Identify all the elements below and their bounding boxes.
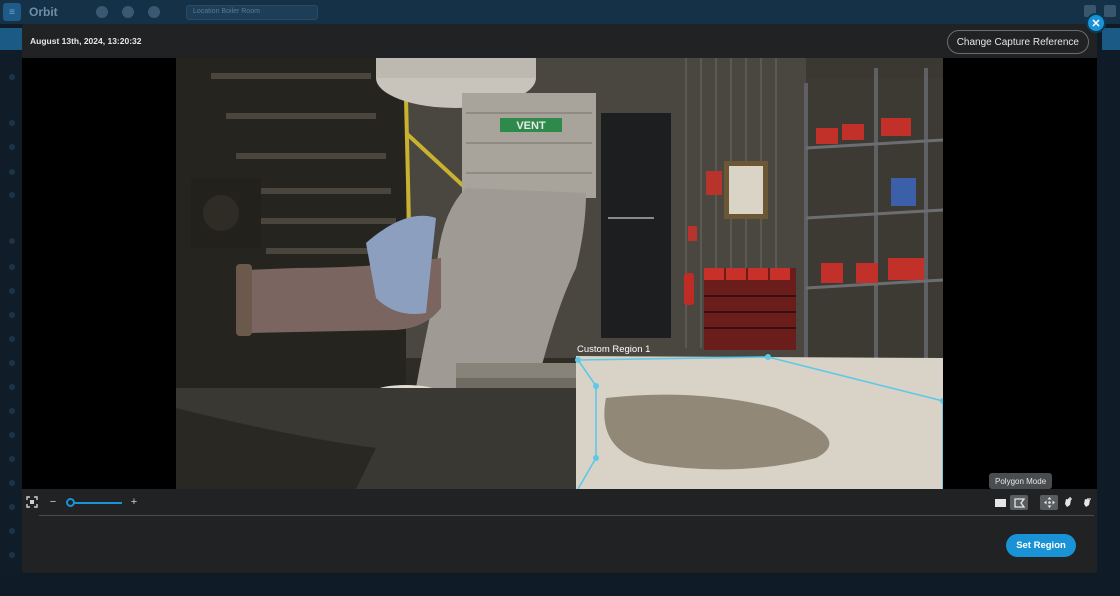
rectangle-mode-button[interactable] (991, 495, 1009, 510)
close-icon[interactable]: ✕ (1086, 13, 1106, 33)
user-icon (1104, 5, 1116, 17)
remove-point-button[interactable] (1078, 495, 1096, 510)
set-region-button[interactable]: Set Region (1006, 534, 1076, 557)
add-point-button[interactable] (1059, 495, 1077, 510)
app-topbar: ≡ Orbit Location Boiler Room (0, 0, 1120, 24)
settings-icon (121, 6, 134, 18)
move-icon (1043, 497, 1055, 508)
vent-label: VENT (516, 120, 546, 132)
capture-timestamp: August 13th, 2024, 13:20:32 (30, 36, 142, 46)
sidebar-dot (9, 456, 15, 462)
remove-point-icon (1084, 498, 1091, 507)
sidebar-dot (9, 288, 15, 294)
region-vertex[interactable] (593, 455, 599, 461)
region-vertex[interactable] (593, 383, 599, 389)
polygon-mode-icon (1013, 497, 1025, 508)
move-tool-button[interactable] (1040, 495, 1058, 510)
home-icon (95, 6, 108, 18)
sidebar-dot (9, 336, 15, 342)
search-icon (147, 6, 160, 18)
sidebar-dot (9, 504, 15, 510)
viewer-toolbar: − + (22, 489, 1097, 517)
app-right-panel (1097, 50, 1120, 596)
sidebar-dot (9, 552, 15, 558)
capture-image: VENT Custom Region 1 (176, 58, 943, 489)
fit-screen-icon[interactable] (25, 495, 39, 509)
active-tab-left (0, 28, 22, 50)
polygon-mode-tooltip: Polygon Mode (989, 473, 1053, 489)
sidebar-dot (9, 480, 15, 486)
location-select: Location Boiler Room (186, 5, 318, 20)
image-viewer[interactable]: VENT Custom Region 1 (22, 58, 1097, 489)
sidebar-dot (9, 120, 15, 126)
sidebar-dot (9, 408, 15, 414)
sidebar-dot (9, 238, 15, 244)
sidebar-dot (9, 74, 15, 80)
add-point-icon (1065, 497, 1072, 507)
region-label: Custom Region 1 (577, 344, 650, 355)
toolbar-divider (39, 515, 1094, 516)
sidebar-dot (9, 192, 15, 198)
sidebar-dot (9, 144, 15, 150)
app-logo-icon: ≡ (3, 3, 21, 21)
sidebar-dot (9, 528, 15, 534)
app-bottom-bar (0, 576, 1120, 596)
sidebar-dot (9, 169, 15, 175)
sidebar-dot (9, 264, 15, 270)
capture-scene: VENT Custom Region 1 (176, 58, 943, 489)
zoom-out-icon[interactable]: − (48, 496, 58, 508)
zoom-slider[interactable] (68, 502, 122, 504)
sidebar-dot (9, 312, 15, 318)
app-sidebar (0, 24, 22, 596)
region-vertex[interactable] (765, 354, 771, 360)
app-brand: Orbit (29, 5, 58, 19)
rectangle-mode-icon (994, 498, 1006, 507)
active-tab-right (1102, 28, 1120, 50)
zoom-slider-handle[interactable] (66, 498, 75, 507)
sidebar-dot (9, 432, 15, 438)
sidebar-dot (9, 360, 15, 366)
polygon-mode-button[interactable] (1010, 495, 1028, 510)
capture-region-modal: August 13th, 2024, 13:20:32 Change Captu… (22, 24, 1097, 573)
sidebar-dot (9, 384, 15, 390)
change-capture-reference-button[interactable]: Change Capture Reference (946, 30, 1089, 54)
region-vertex[interactable] (575, 357, 581, 363)
zoom-in-icon[interactable]: + (129, 496, 139, 508)
